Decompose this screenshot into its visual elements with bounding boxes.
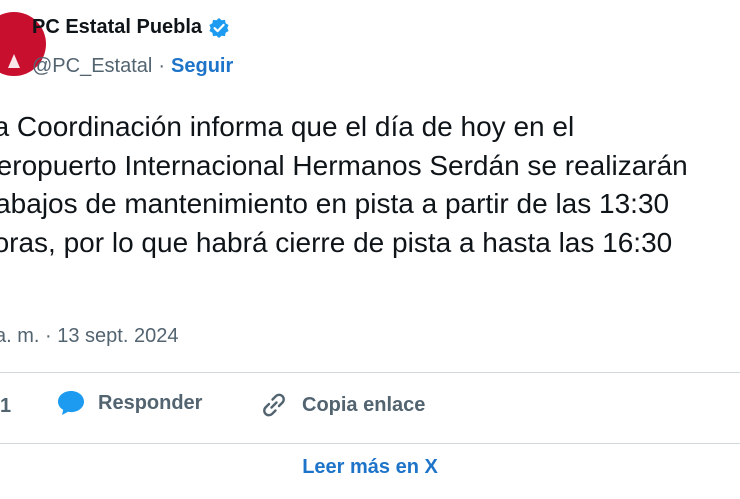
action-bar: 1 Responder Copia enlace — [0, 373, 740, 443]
author-handle-row: @PC_Estatal · Seguir — [32, 55, 233, 78]
author-name-row: PC Estatal Puebla — [32, 16, 230, 39]
read-more-link[interactable]: Leer más en X — [302, 456, 438, 479]
tweet-timestamp[interactable]: a. m. · 13 sept. 2024 — [0, 325, 178, 348]
separator-dot: · — [158, 55, 166, 77]
tweet-line: horas, por lo que habrá cierre de pista … — [0, 226, 673, 258]
like-count[interactable]: 1 — [0, 395, 11, 418]
copy-link-button[interactable]: Copia enlace — [258, 389, 425, 421]
tweet-line: trabajos de mantenimiento en pista a par… — [0, 188, 670, 219]
tweet-text: La Coordinación informa que el día de ho… — [0, 108, 740, 262]
copy-link-label: Copia enlace — [302, 393, 426, 416]
author-name[interactable]: PC Estatal Puebla — [32, 16, 202, 39]
tweet-line: Aeropuerto Internacional Hermanos Serdán… — [0, 149, 688, 181]
follow-button[interactable]: Seguir — [171, 55, 233, 78]
reply-button[interactable]: Responder — [56, 389, 202, 417]
tweet-line: La Coordinación informa que el día de ho… — [0, 111, 575, 142]
verified-badge-icon — [208, 17, 230, 39]
speech-bubble-icon — [58, 391, 84, 415]
link-icon — [263, 393, 285, 417]
read-more-row: Leer más en X — [0, 444, 740, 490]
reply-label: Responder — [98, 391, 203, 414]
author-handle[interactable]: @PC_Estatal — [32, 55, 152, 78]
